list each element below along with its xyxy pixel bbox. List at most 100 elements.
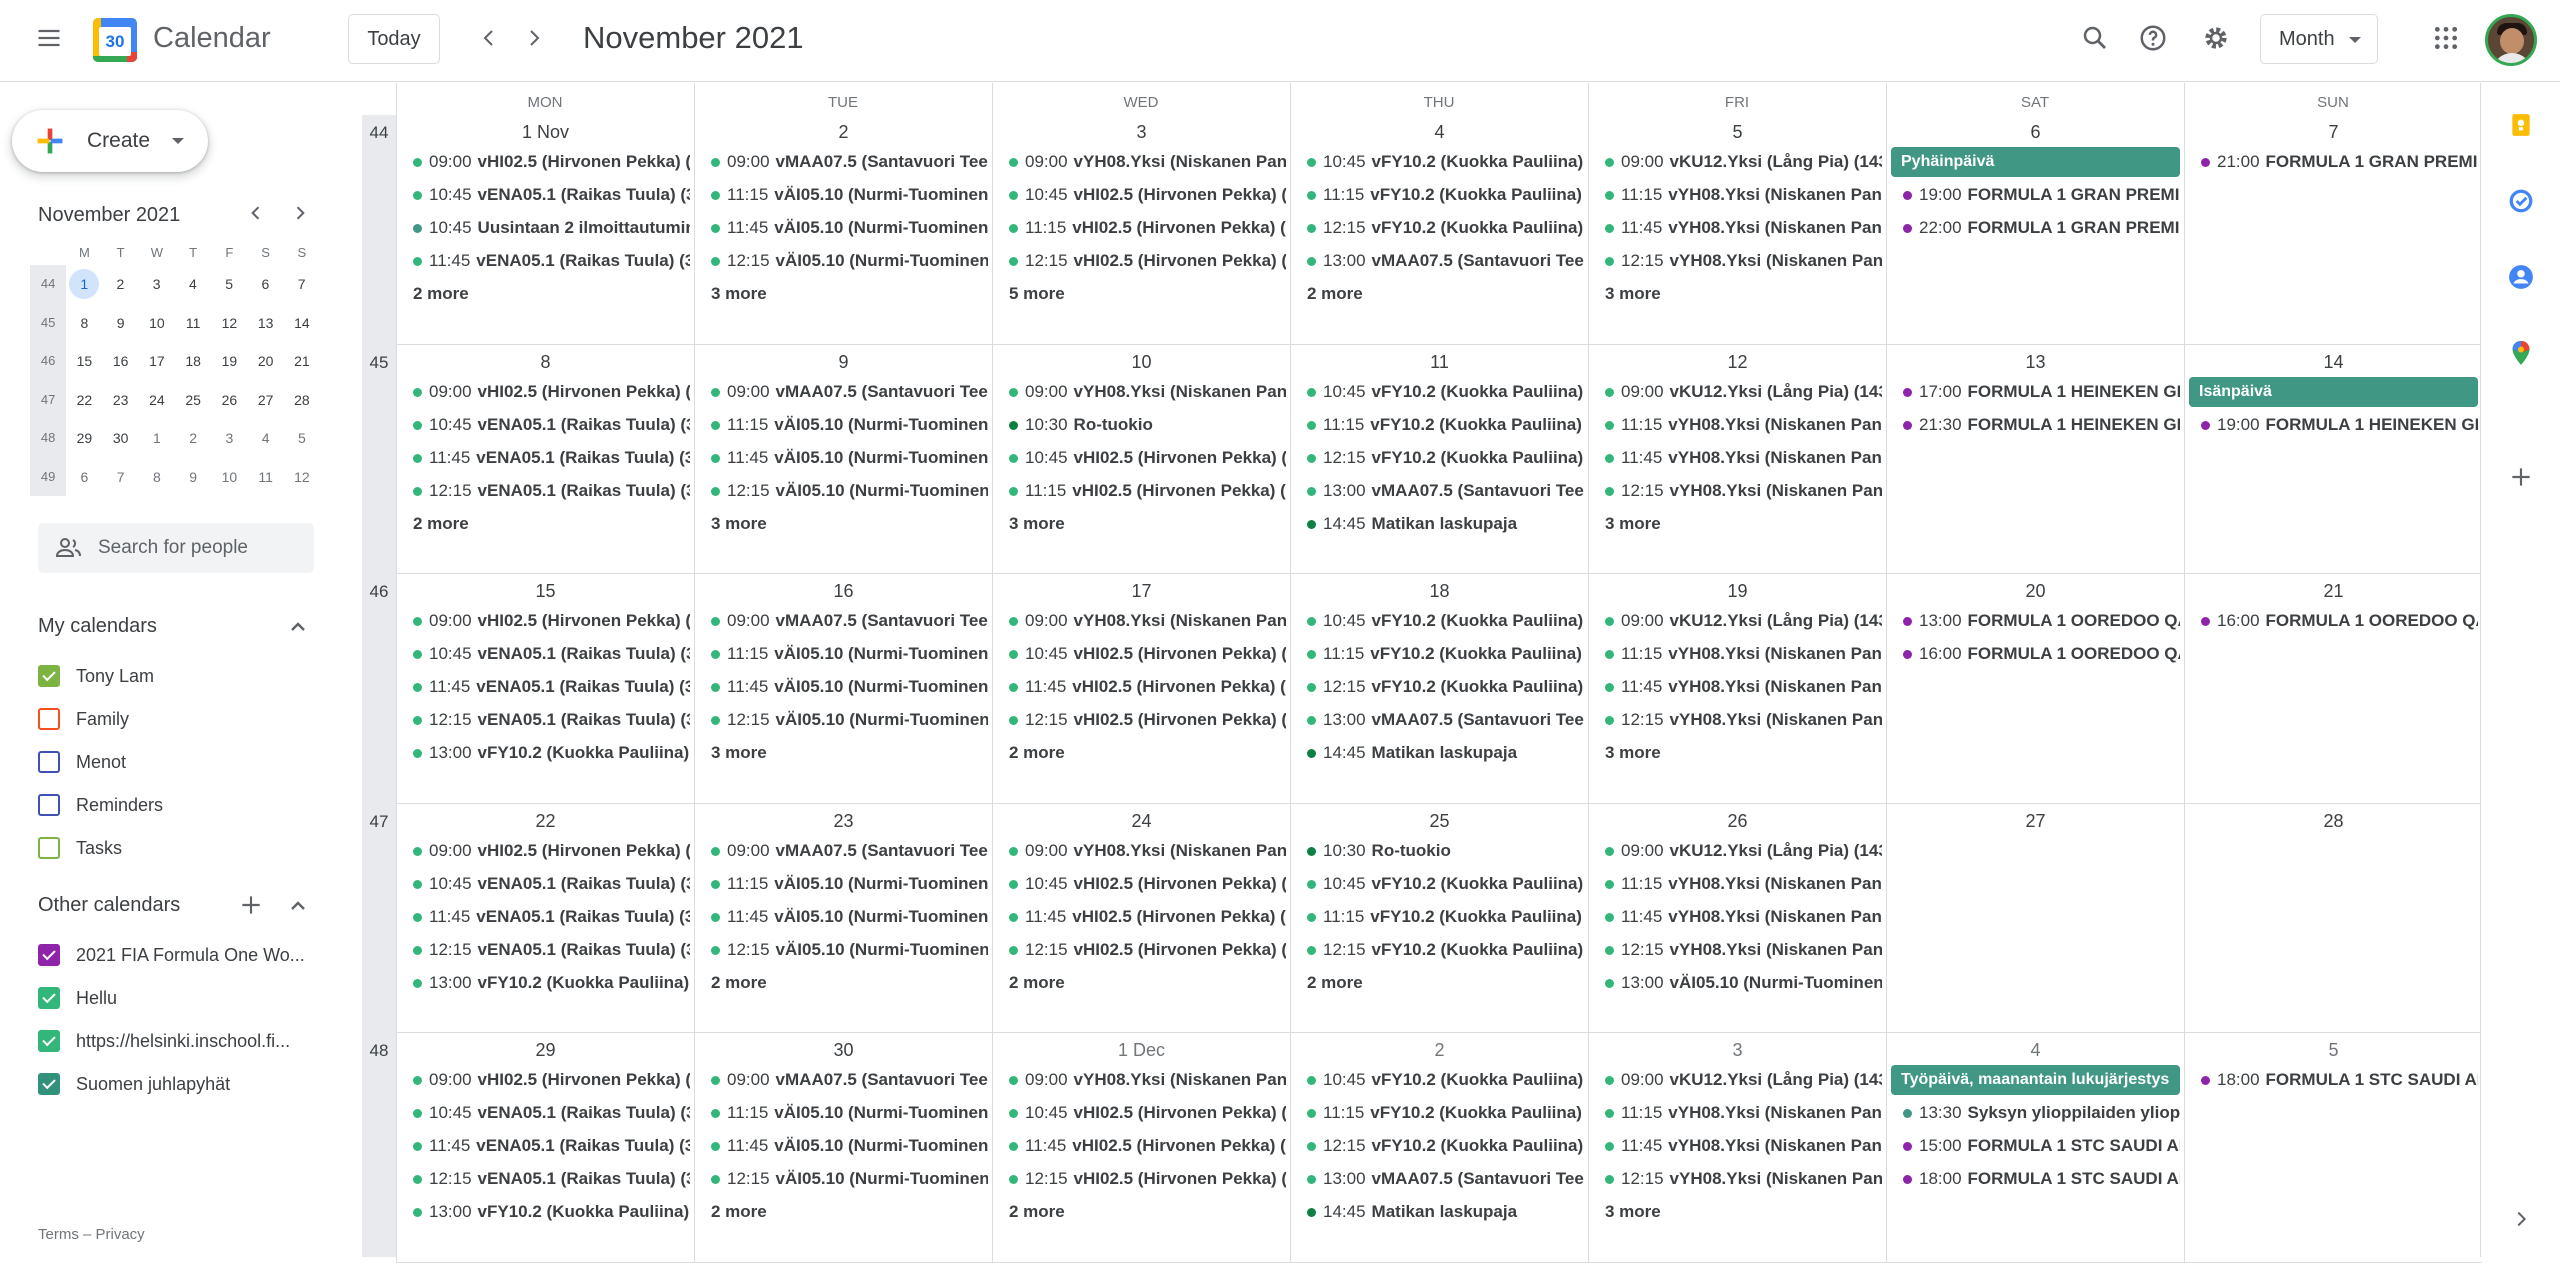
day-number[interactable]: 7 (2185, 118, 2482, 146)
event-chip[interactable]: 11:15 vYH08.Yksi (Niskanen Panu (1593, 639, 1882, 669)
calendar-checkbox[interactable] (38, 837, 60, 859)
mini-next-month-button[interactable] (280, 193, 320, 233)
event-chip[interactable]: 13:00 vÄI05.10 (Nurmi-Tuominen S (1593, 968, 1882, 998)
event-chip[interactable]: 10:45 vFY10.2 (Kuokka Pauliina) (2 (1295, 869, 1584, 899)
day-number[interactable]: 29 (397, 1036, 694, 1064)
help-button[interactable] (2129, 14, 2177, 62)
calendar-list-item[interactable]: Tasks (38, 833, 328, 863)
mini-day[interactable]: 4 (175, 269, 211, 299)
day-cell[interactable]: 30 09:00 vMAA07.5 (Santavuori Teem 11:15 vÄI… (694, 1033, 992, 1263)
get-addons-button[interactable] (2497, 453, 2545, 501)
event-chip[interactable]: 12:15 vENA05.1 (Raikas Tuula) (34 (401, 1164, 690, 1194)
day-number[interactable]: 14 (2185, 348, 2482, 376)
day-cell[interactable]: 9 09:00 vMAA07.5 (Santavuori Teem 11:15 vÄI0… (694, 344, 992, 574)
event-chip[interactable]: 11:15 vÄI05.10 (Nurmi-Tuominen S (699, 180, 988, 210)
event-chip[interactable]: 09:00 vMAA07.5 (Santavuori Teem (699, 147, 988, 177)
next-month-button[interactable] (510, 14, 558, 62)
event-chip[interactable]: 12:15 vHI02.5 (Hirvonen Pekka) (3 (997, 246, 1286, 276)
calendar-checkbox[interactable] (38, 1030, 60, 1052)
calendar-list-item[interactable]: 2021 FIA Formula One Wo... (38, 940, 328, 970)
event-chip[interactable]: 12:15 vYH08.Yksi (Niskanen Panu (1593, 705, 1882, 735)
day-number[interactable]: 2 (1291, 1036, 1588, 1064)
day-cell[interactable]: 8 09:00 vHI02.5 (Hirvonen Pekka) (3 10:45 vE… (396, 344, 694, 574)
calendar-checkbox[interactable] (38, 987, 60, 1009)
day-cell[interactable]: 21 16:00 FORMULA 1 OOREDOO QATA (2184, 574, 2482, 804)
event-chip[interactable]: 09:00 vKU12.Yksi (Lång Pia) (143) (1593, 377, 1882, 407)
mini-day[interactable]: 21 (284, 346, 320, 376)
event-chip[interactable]: 10:45 vHI02.5 (Hirvonen Pekka) (3 (997, 180, 1286, 210)
event-chip[interactable]: 09:00 vHI02.5 (Hirvonen Pekka) (3 (401, 836, 690, 866)
day-cell[interactable]: 18 10:45 vFY10.2 (Kuokka Pauliina) (2 11:15… (1290, 574, 1588, 804)
mini-day[interactable]: 20 (248, 346, 284, 376)
mini-day[interactable]: 3 (139, 269, 175, 299)
event-chip[interactable]: 10:45 vHI02.5 (Hirvonen Pekka) (3 (997, 639, 1286, 669)
day-number[interactable]: 4 (1887, 1036, 2184, 1064)
event-chip[interactable]: 11:45 vENA05.1 (Raikas Tuula) (34 (401, 902, 690, 932)
event-chip[interactable]: 10:45 vENA05.1 (Raikas Tuula) (34 (401, 639, 690, 669)
mini-day[interactable]: 6 (66, 462, 102, 492)
event-chip[interactable]: 09:00 vMAA07.5 (Santavuori Teem (699, 606, 988, 636)
more-events-link[interactable]: 3 more (1605, 279, 1661, 309)
event-chip[interactable]: 12:15 vYH08.Yksi (Niskanen Panu (1593, 935, 1882, 965)
event-chip[interactable]: 13:00 vMAA07.5 (Santavuori Teem (1295, 705, 1584, 735)
event-chip[interactable]: 11:45 vHI02.5 (Hirvonen Pekka) (3 (997, 902, 1286, 932)
day-number[interactable]: 23 (695, 807, 992, 835)
day-number[interactable]: 9 (695, 348, 992, 376)
keep-button[interactable] (2497, 101, 2545, 149)
day-cell[interactable]: 1 Dec 09:00 vYH08.Yksi (Niskanen Panu 10:45… (992, 1033, 1290, 1263)
event-chip[interactable]: 22:00 FORMULA 1 GRAN PREMIO (1891, 213, 2180, 243)
calendar-checkbox[interactable] (38, 751, 60, 773)
day-number[interactable]: 1 Dec (993, 1036, 1290, 1064)
event-chip[interactable]: 09:00 vMAA07.5 (Santavuori Teem (699, 377, 988, 407)
event-chip[interactable]: 21:00 FORMULA 1 GRAN PREMIO (2189, 147, 2478, 177)
event-chip[interactable]: 12:15 vHI02.5 (Hirvonen Pekka) (3 (997, 1164, 1286, 1194)
calendar-list-item[interactable]: https://helsinki.inschool.fi... (38, 1026, 328, 1056)
event-chip[interactable]: 13:00 vMAA07.5 (Santavuori Teem (1295, 476, 1584, 506)
view-selector[interactable]: Month (2260, 14, 2378, 64)
event-chip[interactable]: 10:45 vHI02.5 (Hirvonen Pekka) (3 (997, 443, 1286, 473)
mini-week-number[interactable]: 48 (30, 419, 67, 458)
event-chip[interactable]: 13:30 Syksyn ylioppilaiden ylioppil (1891, 1098, 2180, 1128)
day-cell[interactable]: 26 09:00 vKU12.Yksi (Lång Pia) (143) 11:15 v… (1588, 803, 1886, 1033)
event-chip[interactable]: 11:45 vÄI05.10 (Nurmi-Tuominen S (699, 902, 988, 932)
contacts-button[interactable] (2497, 253, 2545, 301)
event-chip[interactable]: 19:00 FORMULA 1 HEINEKEN GRA (2189, 410, 2478, 440)
more-events-link[interactable]: 2 more (413, 509, 469, 539)
settings-button[interactable] (2192, 14, 2240, 62)
mini-day[interactable]: 10 (139, 308, 175, 338)
event-chip[interactable]: 19:00 FORMULA 1 GRAN PREMIO (1891, 180, 2180, 210)
terms-privacy-link[interactable]: Terms – Privacy (38, 1226, 145, 1243)
day-cell[interactable]: 5 09:00 vKU12.Yksi (Lång Pia) (143) 11:15 vY… (1588, 83, 1886, 345)
event-chip[interactable]: 09:00 vKU12.Yksi (Lång Pia) (143) (1593, 606, 1882, 636)
chevron-up-icon[interactable] (286, 615, 310, 639)
event-chip[interactable]: 11:45 vHI02.5 (Hirvonen Pekka) (3 (997, 672, 1286, 702)
day-cell[interactable]: 3 09:00 vKU12.Yksi (Lång Pia) (143) 11:15 vY… (1588, 1033, 1886, 1263)
event-chip[interactable]: 15:00 FORMULA 1 STC SAUDI ARA (1891, 1131, 2180, 1161)
mini-week-number[interactable]: 45 (30, 303, 67, 342)
event-chip[interactable]: 10:45 vENA05.1 (Raikas Tuula) (34 (401, 410, 690, 440)
day-cell[interactable]: 17 09:00 vYH08.Yksi (Niskanen Panu 10:45 vHI… (992, 574, 1290, 804)
day-cell[interactable]: 28 (2184, 803, 2482, 1033)
calendar-list-item[interactable]: Suomen juhlapyhät (38, 1069, 328, 1099)
day-cell[interactable]: 3 09:00 vYH08.Yksi (Niskanen Panu 10:45 vHI0… (992, 83, 1290, 345)
day-number[interactable]: 28 (2185, 807, 2482, 835)
day-number[interactable]: 19 (1589, 577, 1886, 605)
mini-day[interactable]: 12 (211, 308, 247, 338)
calendar-list-item[interactable]: Tony Lam (38, 661, 328, 691)
day-number[interactable]: 5 (1589, 118, 1886, 146)
mini-day[interactable]: 27 (248, 385, 284, 415)
search-people-input[interactable]: Search for people (38, 523, 314, 573)
mini-day[interactable]: 29 (66, 423, 102, 453)
day-number[interactable]: 13 (1887, 348, 2184, 376)
event-chip[interactable]: 12:15 vÄI05.10 (Nurmi-Tuominen S (699, 246, 988, 276)
event-chip[interactable]: 11:15 vFY10.2 (Kuokka Pauliina) (2 (1295, 639, 1584, 669)
event-chip[interactable]: 12:15 vENA05.1 (Raikas Tuula) (34 (401, 705, 690, 735)
mini-day[interactable]: 14 (284, 308, 320, 338)
day-cell[interactable]: 29 09:00 vHI02.5 (Hirvonen Pekka) (3 10:45 v… (396, 1033, 694, 1263)
mini-day[interactable]: 15 (66, 346, 102, 376)
more-events-link[interactable]: 2 more (1307, 279, 1363, 309)
event-chip[interactable]: 10:45 vENA05.1 (Raikas Tuula) (34 (401, 180, 690, 210)
mini-day[interactable]: 3 (211, 423, 247, 453)
more-events-link[interactable]: 2 more (711, 968, 767, 998)
mini-day[interactable]: 5 (211, 269, 247, 299)
